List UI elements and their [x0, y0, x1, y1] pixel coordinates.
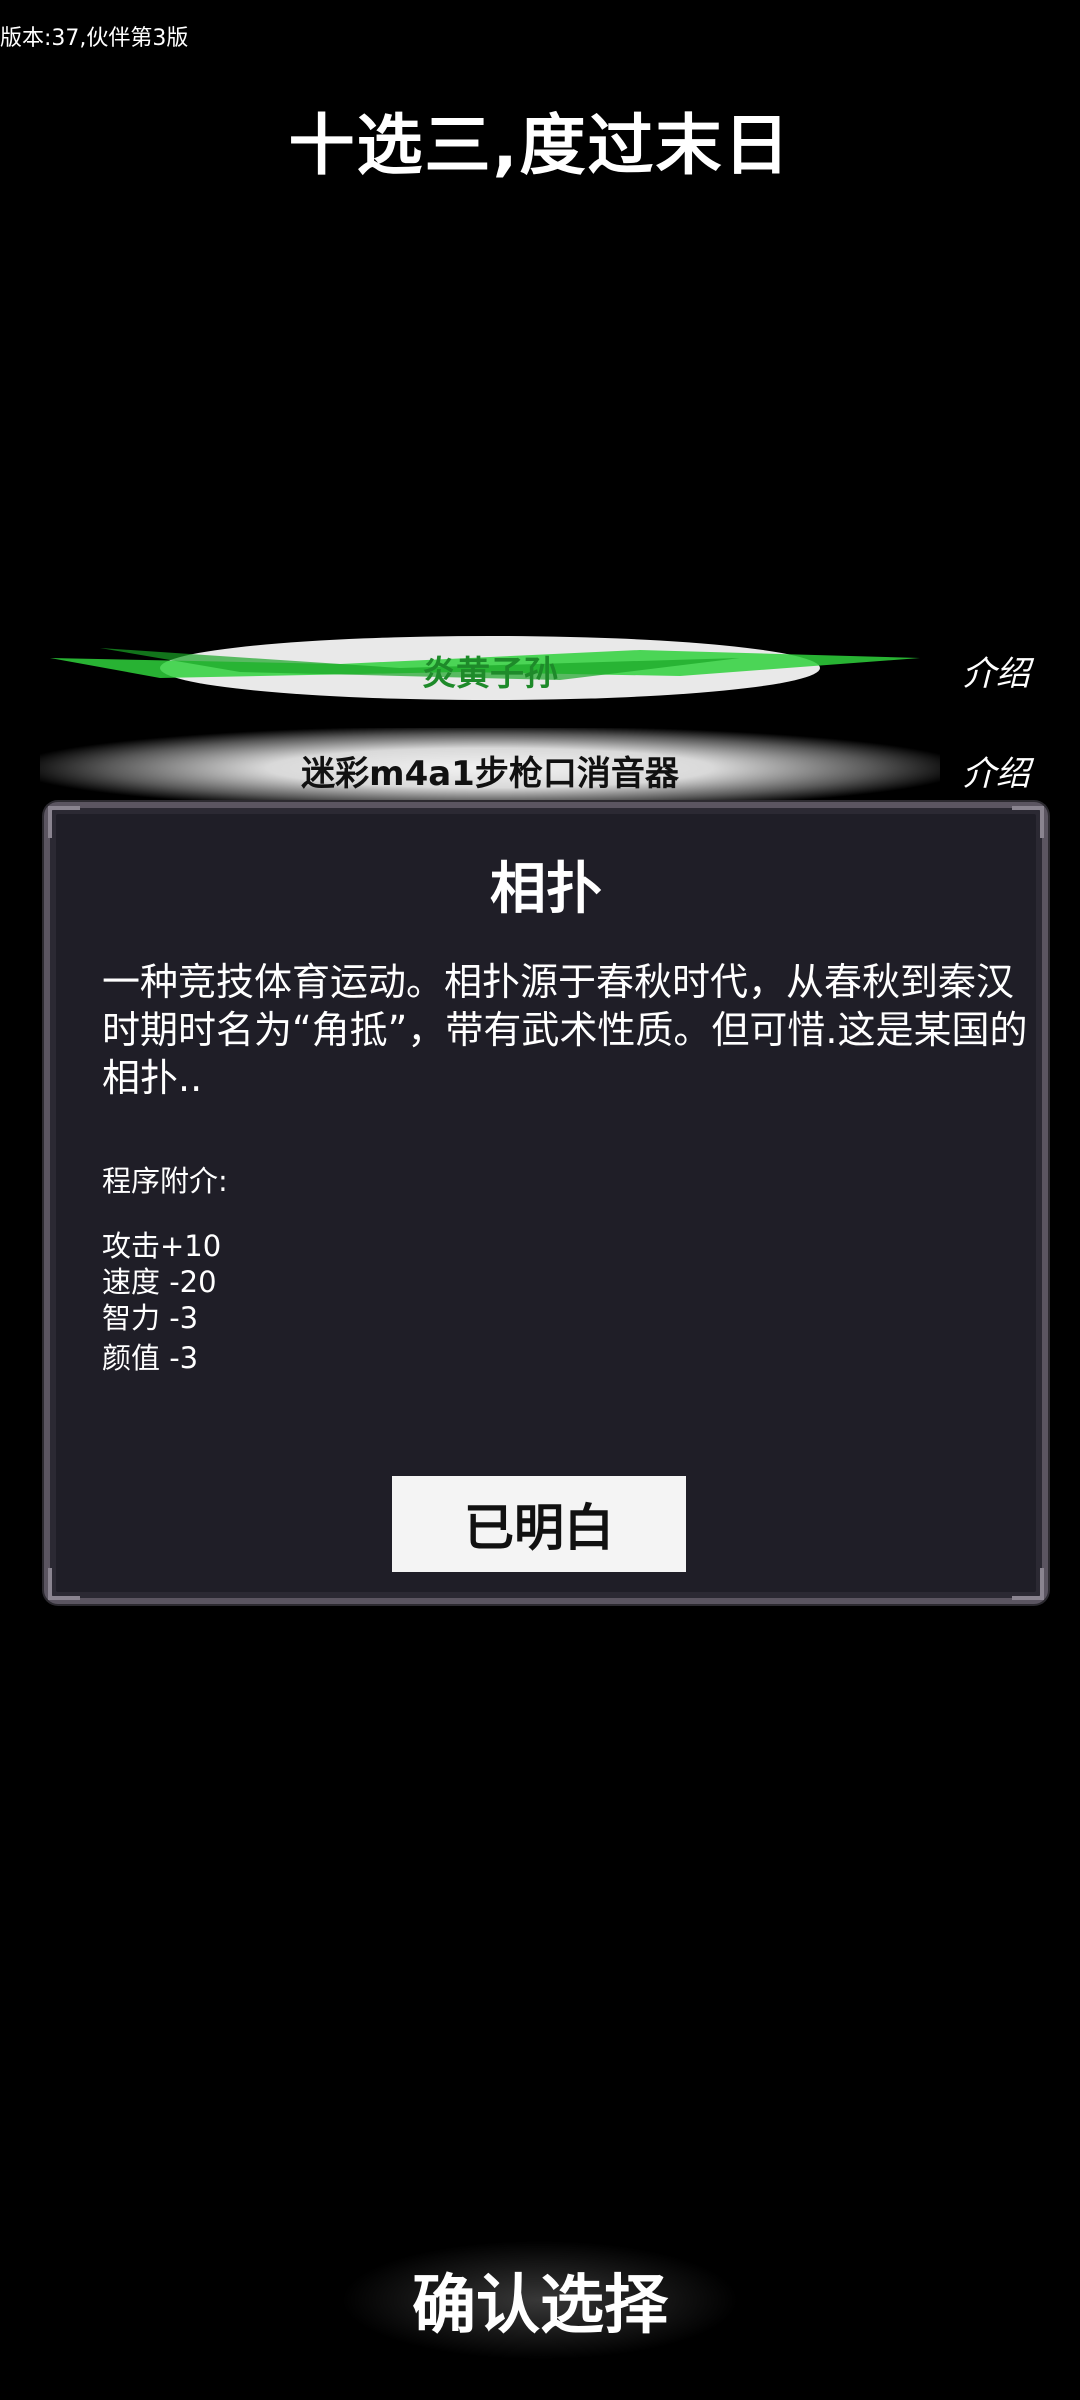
- understood-button[interactable]: 已明白: [392, 1476, 686, 1572]
- stat-speed: 速度 -20: [102, 1265, 217, 1299]
- frame-corner: [48, 806, 80, 838]
- intro-button[interactable]: 介绍: [962, 746, 1030, 795]
- option-label: 炎黄子孙: [422, 654, 558, 694]
- intro-button[interactable]: 介绍: [962, 646, 1030, 695]
- frame-corner: [48, 1568, 80, 1600]
- panel-note-label: 程序附介:: [102, 1164, 228, 1198]
- stats-list: 攻击+10 速度 -20 智力 -3 颜值 -3: [102, 1228, 221, 1376]
- stat-attack: 攻击+10: [102, 1229, 222, 1263]
- option-row-2[interactable]: 迷彩m4a1步枪口消音器 介绍: [40, 728, 1040, 808]
- stat-looks: 颜值 -3: [102, 1341, 199, 1375]
- confirm-selection-button[interactable]: 确认选择: [340, 2240, 740, 2360]
- option-label: 迷彩m4a1步枪口消音器: [301, 754, 679, 794]
- detail-panel: 相扑 一种竞技体育运动。相扑源于春秋时代，从春秋到秦汉时期时名为“角抵”，带有武…: [44, 802, 1048, 1604]
- option-row-1[interactable]: 炎黄子孙 介绍: [40, 628, 1040, 708]
- panel-title: 相扑: [490, 857, 602, 922]
- stat-intelligence: 智力 -3: [102, 1301, 199, 1335]
- frame-corner: [1012, 806, 1044, 838]
- panel-description: 一种竞技体育运动。相扑源于春秋时代，从春秋到秦汉时期时名为“角抵”，带有武术性质…: [102, 960, 1028, 1100]
- frame-corner: [1012, 1568, 1044, 1600]
- version-label: 版本:37,伙伴第3版: [0, 26, 189, 51]
- page-title: 十选三,度过末日: [288, 107, 792, 184]
